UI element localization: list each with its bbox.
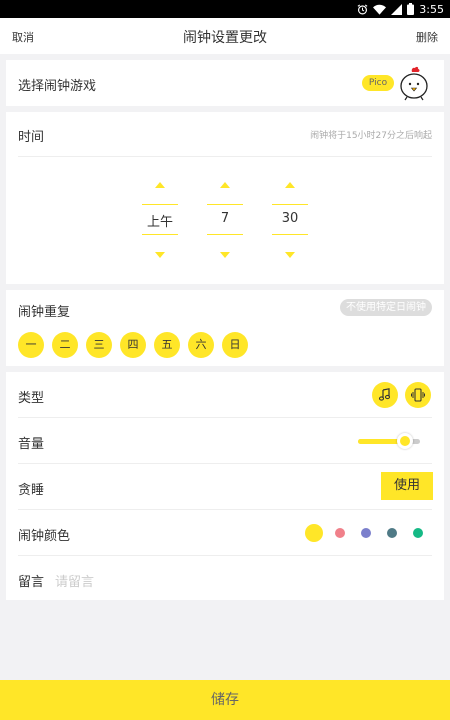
vibrate-icon (411, 388, 425, 402)
minute-up-arrow-icon[interactable] (285, 182, 295, 188)
divider (18, 156, 432, 157)
day-thu-button[interactable]: 四 (120, 332, 146, 358)
settings-section: 类型 音量 贪睡 使用 闹钟颜色 留言 请留言 (6, 372, 444, 600)
game-badge: Pico (362, 75, 394, 91)
picker-line (272, 204, 308, 205)
repeat-section: 闹钟重复 不使用特定日闹钟 一 二 三 四 五 六 日 (6, 290, 444, 366)
snooze-label: 贪睡 (18, 483, 45, 498)
status-time: 3:55 (419, 2, 444, 16)
color-option-1[interactable] (305, 524, 323, 542)
time-label: 时间 (18, 130, 45, 145)
period-picker[interactable]: 上午 (142, 182, 178, 294)
picker-line (207, 234, 243, 235)
color-option-3[interactable] (361, 528, 371, 538)
note-input[interactable]: 请留言 (55, 571, 94, 590)
picker-line (207, 204, 243, 205)
type-row: 类型 (6, 372, 444, 418)
vibrate-type-button[interactable] (405, 382, 431, 408)
day-mon-button[interactable]: 一 (18, 332, 44, 358)
snooze-row: 贪睡 使用 (6, 464, 444, 510)
weekday-list: 一 二 三 四 五 六 日 (18, 332, 248, 358)
hour-down-arrow-icon[interactable] (220, 252, 230, 258)
snooze-use-button[interactable]: 使用 (381, 472, 433, 500)
delete-button[interactable]: 删除 (416, 29, 438, 45)
picker-line (142, 204, 178, 205)
note-label: 留言 (18, 575, 45, 590)
day-tue-button[interactable]: 二 (52, 332, 78, 358)
battery-icon (407, 3, 415, 15)
period-down-arrow-icon[interactable] (155, 252, 165, 258)
color-option-5[interactable] (413, 528, 423, 538)
hour-value: 7 (220, 211, 230, 226)
status-bar: 3:55 (0, 0, 450, 18)
app-bar: 取消 闹钟设置更改 删除 (0, 18, 450, 54)
hour-up-arrow-icon[interactable] (220, 182, 230, 188)
signal-icon (391, 3, 403, 15)
no-specific-day-button[interactable]: 不使用特定日闹钟 (340, 299, 432, 316)
hour-picker[interactable]: 7 (207, 182, 243, 294)
picker-line (142, 234, 178, 235)
wifi-icon (373, 4, 387, 15)
music-note-icon (378, 388, 391, 401)
page-title: 闹钟设置更改 (183, 30, 267, 46)
day-fri-button[interactable]: 五 (154, 332, 180, 358)
color-option-4[interactable] (387, 528, 397, 538)
alarm-game-label: 选择闹钟游戏 (18, 79, 97, 94)
period-value: 上午 (146, 215, 173, 230)
day-wed-button[interactable]: 三 (86, 332, 112, 358)
minute-value: 30 (281, 211, 299, 226)
volume-row: 音量 (6, 418, 444, 464)
chick-mascot-icon (400, 66, 428, 101)
alarm-game-row[interactable]: 选择闹钟游戏 Pico (6, 60, 444, 106)
color-row: 闹钟颜色 (6, 510, 444, 556)
day-sat-button[interactable]: 六 (188, 332, 214, 358)
volume-slider-thumb[interactable] (396, 433, 413, 449)
repeat-label: 闹钟重复 (18, 305, 71, 320)
minute-picker[interactable]: 30 (272, 182, 308, 294)
sound-type-button[interactable] (372, 382, 398, 408)
type-label: 类型 (18, 391, 45, 406)
day-sun-button[interactable]: 日 (222, 332, 248, 358)
color-option-2[interactable] (335, 528, 345, 538)
time-section: 时间 闹钟将于15小时27分之后响起 上午 7 30 (6, 112, 444, 284)
picker-line (272, 234, 308, 235)
alarm-color-label: 闹钟颜色 (18, 529, 71, 544)
save-button[interactable]: 储存 (0, 680, 450, 720)
period-up-arrow-icon[interactable] (155, 182, 165, 188)
volume-label: 音量 (18, 437, 45, 452)
minute-down-arrow-icon[interactable] (285, 252, 295, 258)
time-hint: 闹钟将于15小时27分之后响起 (310, 131, 432, 141)
alarm-icon (357, 3, 368, 15)
note-row: 留言 请留言 (6, 556, 444, 602)
